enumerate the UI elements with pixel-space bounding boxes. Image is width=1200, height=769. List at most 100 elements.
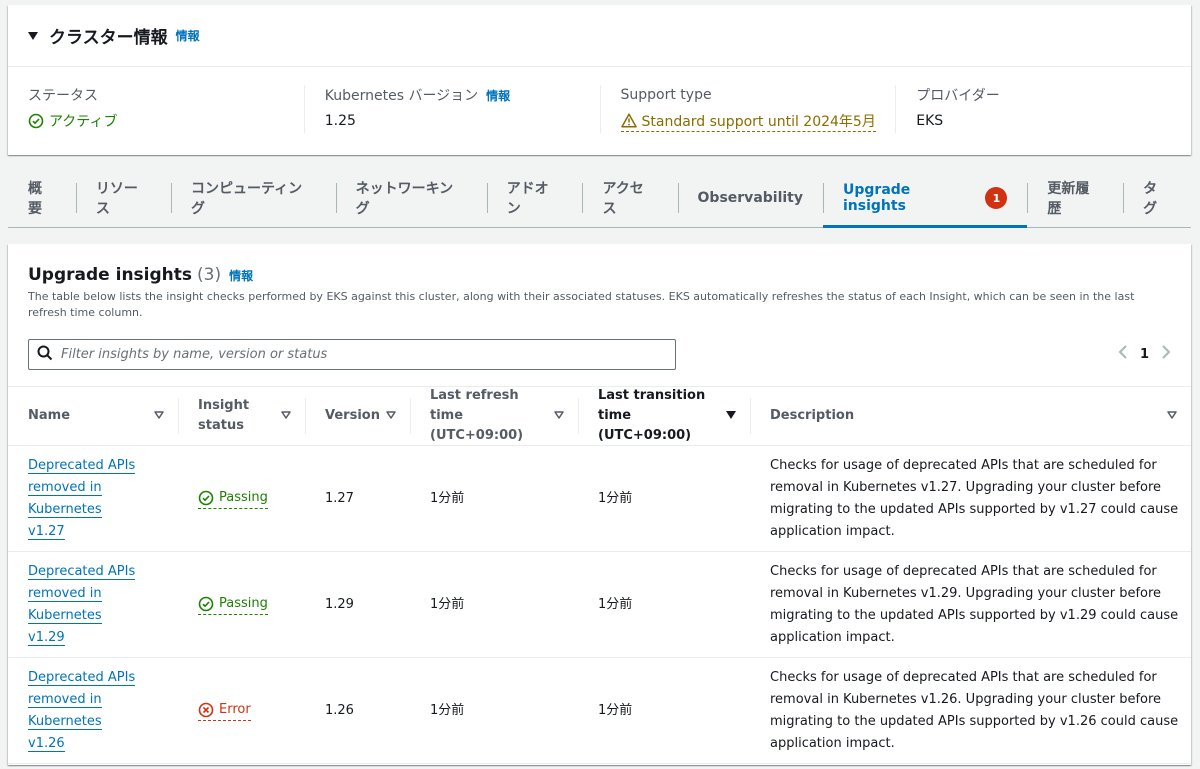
k8s-version-field: Kubernetes バージョン 情報 1.25 [303, 85, 600, 133]
tab-upgrade-insights[interactable]: Upgrade insights 1 [823, 170, 1028, 228]
tab-label: アドオン [506, 181, 549, 217]
status-popover[interactable]: Passing [198, 489, 268, 509]
status-value: アクティブ [49, 114, 118, 130]
status-popover[interactable]: Error [198, 701, 251, 721]
tab-addons[interactable]: アドオン [486, 170, 583, 226]
chevron-right-icon[interactable] [1161, 344, 1171, 364]
support-type-value: Standard support until 2024年5月 [641, 113, 876, 130]
filter-input[interactable]: Filter insights by name, version or stat… [28, 339, 676, 370]
version-cell: 1.27 [325, 490, 354, 506]
provider-field: プロバイダー EKS [895, 85, 1191, 133]
sort-icon [554, 411, 564, 419]
refresh-time-cell: 1分前 [430, 596, 465, 612]
table-row: Deprecated APIs removed in Kubernetes v1… [8, 552, 1191, 658]
col-last-refresh[interactable]: Last refresh time (UTC+09:00) [410, 387, 578, 445]
tab-label: ネットワーキング [355, 181, 454, 217]
col-label: Description [770, 408, 855, 423]
transition-time-cell: 1分前 [598, 596, 633, 612]
insights-count: (3) [197, 265, 222, 285]
search-icon [37, 345, 53, 365]
tab-observability[interactable]: Observability [677, 170, 823, 226]
upgrade-insights-panel: Upgrade insights (3) 情報 The table below … [8, 244, 1191, 765]
check-circle-icon [198, 596, 214, 612]
cluster-tabs: 概要 リソース コンピューティング ネットワーキング アドオン アクセス Obs… [8, 170, 1191, 228]
transition-time-cell: 1分前 [598, 490, 633, 506]
col-version[interactable]: Version [305, 387, 410, 445]
cluster-info-header[interactable]: クラスター情報 情報 [8, 5, 1191, 67]
cluster-info-title: クラスター情報 [49, 28, 168, 48]
col-name[interactable]: Name [8, 387, 178, 445]
tab-resources[interactable]: リソース [75, 170, 171, 226]
error-circle-icon [198, 702, 214, 718]
support-type-label: Support type [620, 87, 712, 103]
table-header: Name Insight status Version Last refresh… [8, 386, 1191, 446]
k8s-version-value: 1.25 [324, 113, 356, 129]
chevron-left-icon[interactable] [1118, 344, 1128, 364]
insight-name-link[interactable]: Deprecated APIs removed in Kubernetes v1… [28, 455, 138, 543]
tab-label: アクセス [602, 181, 644, 217]
provider-label: プロバイダー [916, 88, 1000, 104]
tab-tags[interactable]: タグ [1123, 170, 1191, 226]
status-field: ステータス アクティブ [8, 85, 304, 133]
tab-label: タグ [1143, 181, 1158, 217]
col-last-transition[interactable]: Last transition time (UTC+09:00) [578, 387, 750, 445]
transition-time-cell: 1分前 [598, 702, 633, 718]
page-number[interactable]: 1 [1140, 347, 1149, 362]
version-cell: 1.26 [325, 702, 354, 718]
check-circle-icon [28, 113, 44, 129]
tab-label: Upgrade insights [843, 182, 911, 214]
cluster-info-link[interactable]: 情報 [176, 27, 200, 44]
col-description[interactable]: Description [750, 387, 1191, 445]
tab-networking[interactable]: ネットワーキング [335, 170, 487, 226]
support-type-popover[interactable]: Standard support until 2024年5月 [620, 111, 876, 132]
insight-name: Deprecated APIs removed in Kubernetes v1… [28, 563, 136, 646]
col-label: Name [28, 408, 71, 423]
description-cell: Checks for usage of deprecated APIs that… [770, 563, 1179, 645]
tab-label: リソース [95, 181, 138, 217]
table-row: Deprecated APIs removed in Kubernetes v1… [8, 446, 1191, 552]
insight-name: Deprecated APIs removed in Kubernetes v1… [28, 669, 136, 752]
pagination: 1 [1118, 344, 1171, 364]
sort-icon [154, 411, 164, 419]
sort-icon [1167, 411, 1177, 419]
refresh-time-cell: 1分前 [430, 490, 465, 506]
col-label: Last refresh time (UTC+09:00) [430, 388, 524, 443]
insights-info-link[interactable]: 情報 [229, 267, 253, 284]
table-row: Deprecated APIs removed in Kubernetes v1… [8, 658, 1191, 764]
provider-value: EKS [916, 113, 944, 129]
status-popover[interactable]: Passing [198, 595, 268, 615]
status-text: Error [219, 701, 251, 717]
status-text: Passing [219, 595, 268, 611]
col-label: Version [325, 408, 380, 423]
insights-table: Name Insight status Version Last refresh… [8, 386, 1191, 764]
tab-label: コンピューティング [190, 181, 303, 217]
warning-icon [620, 113, 637, 128]
k8s-version-label: Kubernetes バージョン [324, 88, 479, 104]
notification-badge: 1 [985, 187, 1008, 209]
sort-icon [281, 411, 291, 419]
tab-compute[interactable]: コンピューティング [170, 170, 336, 226]
k8s-version-info-link[interactable]: 情報 [486, 87, 510, 104]
insights-title: Upgrade insights [28, 265, 193, 285]
sort-desc-icon [726, 411, 736, 419]
tab-overview[interactable]: 概要 [8, 170, 76, 226]
col-status[interactable]: Insight status [178, 387, 305, 445]
status-text: Passing [219, 489, 268, 505]
description-cell: Checks for usage of deprecated APIs that… [770, 669, 1179, 751]
filter-placeholder: Filter insights by name, version or stat… [61, 347, 328, 362]
col-label: Insight status [198, 398, 250, 433]
sort-icon [386, 411, 396, 419]
support-type-field: Support type Standard support until 2024… [599, 85, 896, 133]
tab-access[interactable]: アクセス [582, 170, 677, 226]
insight-name-link[interactable]: Deprecated APIs removed in Kubernetes v1… [28, 667, 138, 755]
tab-update-history[interactable]: 更新履歴 [1027, 170, 1123, 226]
refresh-time-cell: 1分前 [430, 702, 465, 718]
insights-description: The table below lists the insight checks… [28, 290, 1135, 319]
check-circle-icon [198, 490, 214, 506]
insight-name-link[interactable]: Deprecated APIs removed in Kubernetes v1… [28, 561, 138, 649]
description-cell: Checks for usage of deprecated APIs that… [770, 457, 1179, 539]
insight-name: Deprecated APIs removed in Kubernetes v1… [28, 457, 136, 540]
tab-label: 更新履歴 [1047, 181, 1090, 217]
caret-down-icon[interactable] [28, 31, 38, 40]
tab-label: 概要 [28, 181, 42, 217]
